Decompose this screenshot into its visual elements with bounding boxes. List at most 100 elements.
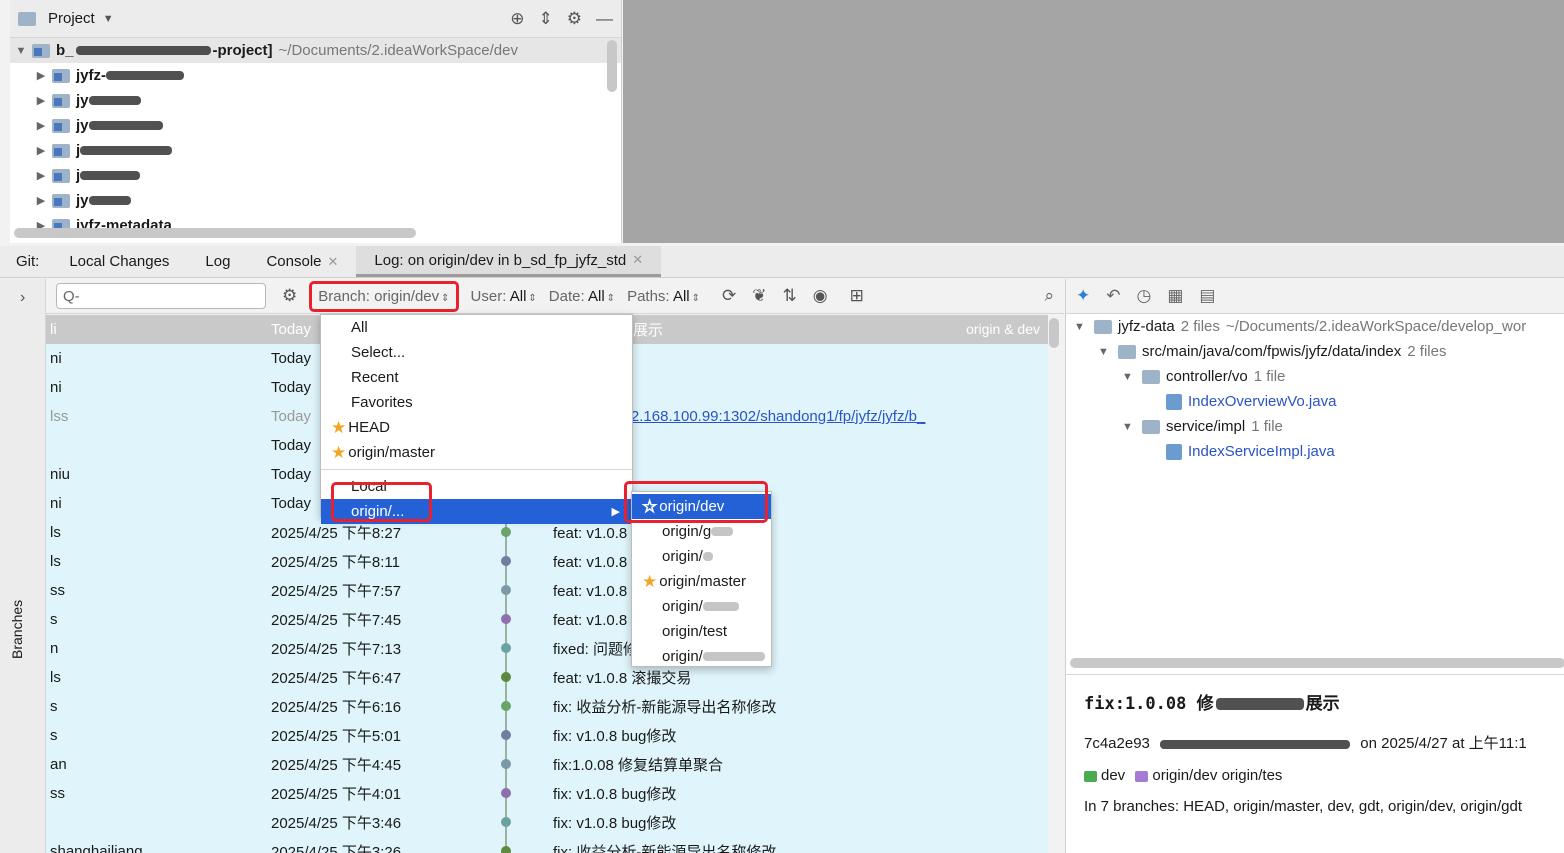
tab-log-origin-dev[interactable]: Log: on origin/dev in b_sd_fp_jyfz_std ✕ — [356, 246, 662, 277]
chevron-down-icon[interactable]: ▼ — [103, 13, 114, 25]
expand-icon[interactable]: ▼ — [10, 45, 32, 57]
close-icon[interactable]: ✕ — [328, 254, 339, 270]
changed-file-row[interactable]: IndexServiceImpl.java — [1066, 439, 1564, 464]
table-row[interactable]: 2025/4/25 下午3:46 fix: v1.0.8 bug修改 — [46, 808, 1048, 837]
menu-label: origin/ — [662, 598, 703, 615]
user-filter-dropdown[interactable]: User: All ⇕ — [471, 288, 537, 305]
redacted-text — [702, 602, 739, 611]
collapsed-arrow-icon[interactable]: ▶ — [30, 169, 52, 182]
table-row[interactable]: s 2025/4/25 下午7:45 feat: v1.0.8 滚撮交 — [46, 605, 1048, 634]
collapsed-arrow-icon[interactable]: ▶ — [30, 144, 52, 157]
changes-folder-row[interactable]: ▼ controller/vo 1 file — [1066, 364, 1564, 389]
log-search-input[interactable]: Q- — [56, 283, 266, 309]
locate-icon[interactable]: ⊕ — [510, 9, 524, 29]
tab-log[interactable]: Log — [187, 246, 248, 277]
eye-icon[interactable]: ◉ — [813, 286, 828, 306]
log-vertical-scrollbar[interactable] — [1049, 318, 1059, 348]
menu-item-select[interactable]: Select... — [321, 340, 632, 365]
commit-title: fix:1.0.08 修 展示 — [1084, 689, 1564, 714]
branch-filter-dropdown[interactable]: Branch: origin/dev ⇕ — [309, 280, 459, 312]
changed-file-row[interactable]: IndexOverviewVo.java — [1066, 389, 1564, 414]
menu-item-recent[interactable]: Recent — [321, 365, 632, 390]
table-row[interactable]: n 2025/4/25 下午7:13 fixed: 问题修改 — [46, 634, 1048, 663]
table-row[interactable]: ss 2025/4/25 下午7:57 feat: v1.0.8 滚撮交 — [46, 576, 1048, 605]
table-row[interactable]: s 2025/4/25 下午6:16 fix: 收益分析-新能源导出名称修改 — [46, 692, 1048, 721]
table-row[interactable]: ls 2025/4/25 下午8:11 feat: v1.0.8 滚撮交 — [46, 547, 1048, 576]
commit-node — [501, 614, 511, 624]
module-row[interactable]: ▶ j — [10, 163, 621, 188]
project-horizontal-scrollbar[interactable] — [14, 228, 416, 238]
menu-item-favorites[interactable]: Favorites — [321, 390, 632, 415]
close-icon[interactable]: ✕ — [632, 252, 643, 268]
submenu-item[interactable]: origin/ — [632, 594, 771, 619]
history-icon[interactable]: ◷ — [1137, 286, 1152, 306]
changes-folder-row[interactable]: ▼ jyfz-data 2 files ~/Documents/2.ideaWorkS… — [1066, 314, 1564, 339]
project-root-row[interactable]: ▼ b_ -project] ~/Documents/2.ideaWorkSpa… — [10, 38, 621, 63]
cherry-pick-icon[interactable]: ❦ — [752, 286, 766, 306]
module-row[interactable]: ▶ jyfz- — [10, 63, 621, 88]
collapsed-arrow-icon[interactable]: ▶ — [30, 119, 52, 132]
refresh-icon[interactable]: ⟳ — [722, 286, 736, 306]
submenu-item-origin-test[interactable]: origin/test — [632, 619, 771, 644]
file-name[interactable]: IndexOverviewVo.java — [1188, 393, 1336, 410]
collapsed-arrow-icon[interactable]: ▶ — [30, 69, 52, 82]
module-path: ~/Documents/2.ideaWorkSpace/develop_wor — [1225, 318, 1527, 335]
commit-message: fix: v1.0.8 bug修改 — [553, 725, 1048, 746]
gear-icon[interactable]: ⚙ — [567, 9, 582, 29]
expand-icon[interactable]: ▼ — [1098, 346, 1118, 358]
changes-folder-row[interactable]: ▼ src/main/java/com/fpwis/jyfz/data/index… — [1066, 339, 1564, 364]
date-filter-dropdown[interactable]: Date: All ⇕ — [549, 288, 615, 305]
changes-horizontal-scrollbar[interactable] — [1070, 658, 1564, 668]
menu-item-head[interactable]: ★ HEAD — [321, 415, 632, 440]
module-row[interactable]: ▶ jy — [10, 88, 621, 113]
module-row[interactable]: ▶ jy — [10, 113, 621, 138]
expand-icon[interactable]: ▼ — [1122, 371, 1142, 383]
filter-label: User: — [470, 287, 507, 305]
collapse-linear-icon[interactable]: ⇅ — [783, 286, 797, 306]
module-row[interactable]: ▶ jy — [10, 188, 621, 213]
tab-console[interactable]: Console ✕ — [248, 246, 356, 277]
chevron-right-icon[interactable]: › — [20, 289, 25, 307]
graph-options-icon[interactable]: ⊞ — [850, 286, 864, 306]
menu-item-origin-master[interactable]: ★ origin/master — [321, 440, 632, 465]
commit-graph-cell — [501, 547, 553, 576]
commit-author: s — [50, 727, 58, 744]
minimize-icon[interactable]: — — [596, 9, 613, 29]
revert-icon[interactable]: ↶ — [1106, 286, 1120, 306]
commit-message: feat: v1.0.8 滚撮交 — [553, 522, 1048, 543]
file-name[interactable]: IndexServiceImpl.java — [1188, 443, 1335, 460]
menu-item-all[interactable]: All — [321, 315, 632, 340]
filter-label: Date: — [548, 287, 585, 305]
tab-local-changes[interactable]: Local Changes — [51, 246, 187, 277]
expand-icon[interactable]: ▼ — [1074, 321, 1094, 333]
filter-value: All — [509, 287, 527, 305]
gear-icon[interactable]: ⚙ — [282, 286, 297, 306]
submenu-item[interactable]: origin/ — [632, 644, 771, 669]
collapsed-arrow-icon[interactable]: ▶ — [30, 94, 52, 107]
branches-toggle[interactable]: Branches — [9, 600, 25, 659]
layout-icon[interactable]: ▤ — [1199, 286, 1215, 306]
project-vertical-scrollbar[interactable] — [607, 40, 617, 92]
group-by-icon[interactable]: ▦ — [1167, 286, 1183, 306]
commit-node — [501, 701, 511, 711]
collapse-all-icon[interactable]: ⇕ — [539, 9, 553, 29]
table-row[interactable]: an 2025/4/25 下午4:45 fix:1.0.08 修复结算单聚合 — [46, 750, 1048, 779]
table-row[interactable]: shanghailiang 2025/4/25 下午3:26 fix: 收益分析-新… — [46, 837, 1048, 853]
commit-author: s — [50, 611, 58, 628]
commit-date: on 2025/4/27 at 上午11:1 — [1360, 735, 1527, 752]
diff-icon[interactable]: ✦ — [1076, 286, 1090, 306]
table-row[interactable]: ss 2025/4/25 下午4:01 fix: v1.0.8 bug修改 — [46, 779, 1048, 808]
project-title[interactable]: Project — [48, 10, 95, 27]
commit-hash[interactable]: 7c4a2e93 — [1084, 735, 1150, 752]
paths-filter-dropdown[interactable]: Paths: All ⇕ — [627, 288, 700, 305]
submenu-item-origin-master[interactable]: ★ origin/master — [632, 569, 771, 594]
expand-icon[interactable]: ▼ — [1122, 421, 1142, 433]
module-row[interactable]: ▶ j — [10, 138, 621, 163]
table-row[interactable]: s 2025/4/25 下午5:01 fix: v1.0.8 bug修改 — [46, 721, 1048, 750]
changes-folder-row[interactable]: ▼ service/impl 1 file — [1066, 414, 1564, 439]
collapsed-arrow-icon[interactable]: ▶ — [30, 194, 52, 207]
commit-graph-cell — [501, 663, 553, 692]
submenu-item[interactable]: origin/ — [632, 544, 771, 569]
table-row[interactable]: ls 2025/4/25 下午6:47 feat: v1.0.8 滚撮交易 — [46, 663, 1048, 692]
search-icon[interactable]: ⌕ — [1044, 286, 1054, 306]
